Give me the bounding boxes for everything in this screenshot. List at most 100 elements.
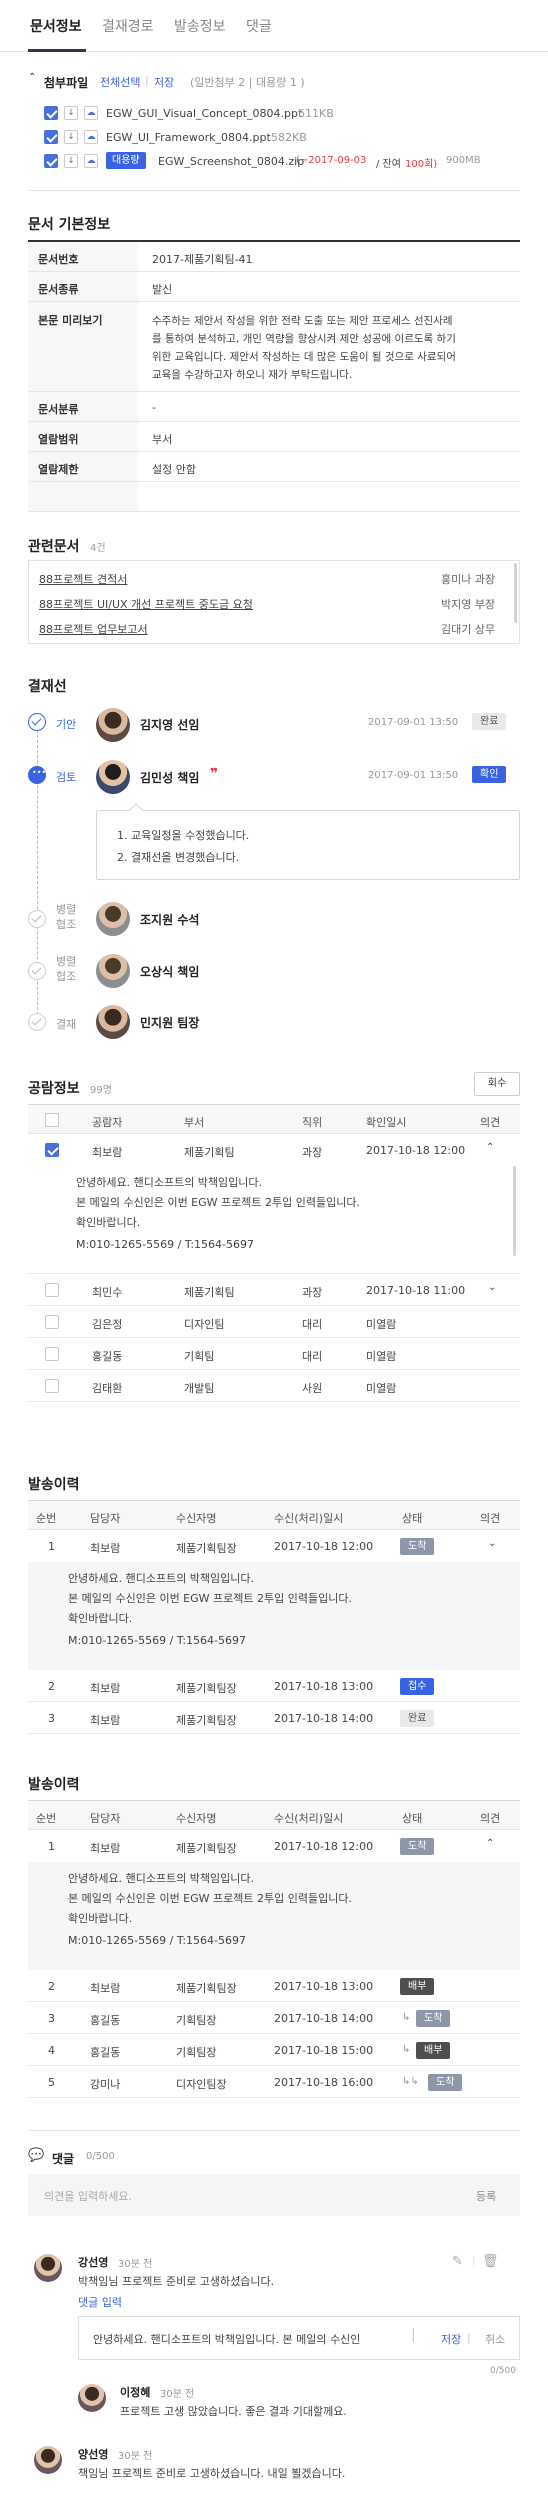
comment-input[interactable]: 의견을 입력하세요. 등록 [28, 2174, 520, 2216]
opinion-quote-icon[interactable]: ❞ [210, 766, 218, 782]
table-row[interactable]: 2 최보람 제품기획팀장 2017-10-18 13:00 접수 [28, 1670, 520, 1702]
commenter-name: 이정혜 [120, 2386, 151, 2399]
file-size: 900MB [446, 155, 481, 166]
row-checkbox[interactable] [45, 1143, 59, 1157]
table-row[interactable]: 3 홍길동 기획팀장 2017-10-18 14:00 ↳ 도착 [28, 2002, 520, 2034]
table-row[interactable]: 1 최보람 제품기획팀장 2017-10-18 12:00 도착 ⌃ [28, 1830, 520, 1862]
approver-name: 민지원 팀장 [140, 1016, 200, 1030]
reply-save-button[interactable]: 저장 [441, 2331, 461, 2347]
share-title: 공람정보 [28, 1081, 80, 1097]
comment-time: 30분 전 [118, 2451, 153, 2462]
step-type: 검토 [56, 771, 77, 784]
table-header: 순번 담당자 수신자명 수신(처리)일시 상태 의견 [28, 1500, 520, 1530]
table-row[interactable]: 2 최보람 제품기획팀장 2017-10-18 13:00 배부 [28, 1970, 520, 2002]
row-label: 열람범위 [38, 433, 79, 446]
tab-document-info[interactable]: 문서정보 [30, 16, 82, 36]
file-checkbox[interactable] [44, 154, 58, 168]
reply-cancel-button[interactable]: 취소 [485, 2331, 505, 2347]
file-size: 582KB [271, 131, 307, 144]
status-badge: 확인 [472, 766, 507, 783]
chevron-up-icon[interactable]: ⌃ [486, 1838, 494, 1849]
opinion-line: 1. 교육일정을 수정했습니다. [117, 829, 250, 842]
table-row[interactable]: 홍길동 기획팀 대리 미열람 [28, 1338, 520, 1370]
recall-button[interactable]: 회수 [474, 1072, 520, 1096]
file-name[interactable]: EGW_UI_Framework_0804.ppt [106, 131, 271, 144]
chevron-down-icon[interactable]: ⌄ [488, 1282, 496, 1293]
send-history-title: 발송이력 [28, 1777, 80, 1793]
step-pending-icon [28, 910, 46, 928]
comment-icon: 💬 [28, 2148, 45, 2163]
download-icon[interactable]: ↓ [64, 154, 78, 168]
avatar [96, 954, 130, 988]
divider [28, 190, 520, 191]
attach-info: (일반첨부 2 | 대용량 1 ) [190, 76, 305, 89]
step-type: 결재 [56, 1018, 77, 1031]
scrollbar[interactable] [513, 1166, 516, 1256]
file-checkbox[interactable] [44, 130, 58, 144]
status-badge: 도착 [428, 2074, 463, 2091]
row-label: 문서종류 [38, 283, 79, 296]
table-row[interactable]: 5 강미나 디자인팀장 2017-10-18 16:00 ↳↳ 도착 [28, 2066, 520, 2098]
avatar [96, 708, 130, 742]
avatar [96, 760, 130, 794]
send-note: 안녕하세요. 핸디소프트의 박책임입니다. 본 메일의 수신인은 이번 EGW … [28, 1562, 520, 1670]
tab-send-info[interactable]: 발송정보 [174, 16, 226, 36]
table-row[interactable]: 최민수 제품기획팀 과장 2017-10-18 11:00 ⌄ [28, 1274, 520, 1306]
related-doc-link[interactable]: 88프로젝트 견적서 [39, 571, 127, 587]
read-scope: 부서 [152, 433, 173, 446]
edit-icon[interactable]: ✎ [452, 2254, 463, 2269]
table-row[interactable]: 김은정 디자인팀 대리 미열람 [28, 1306, 520, 1338]
comment-text: 박책임님 프로젝트 준비로 고생하셨습니다. [78, 2275, 275, 2288]
cloud-icon[interactable]: ☁ [84, 106, 98, 120]
file-period: (~2017-09-03 [296, 155, 367, 166]
send-note: 안녕하세요. 핸디소프트의 박책임입니다. 본 메일의 수신인은 이번 EGW … [28, 1862, 520, 1970]
doc-category: - [152, 401, 156, 414]
status-badge: 배부 [400, 1978, 435, 1995]
row-checkbox[interactable] [45, 1347, 59, 1361]
reply-link[interactable]: 댓글 입력 [78, 2294, 122, 2310]
file-name[interactable]: EGW_Screenshot_0804.zip [158, 155, 304, 168]
forward-arrow-icon: ↳ [402, 2044, 411, 2055]
cloud-icon[interactable]: ☁ [84, 154, 98, 168]
avatar [34, 2254, 62, 2282]
status-badge: 도착 [400, 1838, 435, 1855]
collapse-icon[interactable]: ⌃ [28, 72, 36, 83]
row-checkbox[interactable] [45, 1283, 59, 1297]
forward-arrow-icon: ↳↳ [402, 2076, 419, 2087]
scrollbar[interactable] [514, 563, 517, 623]
table-row[interactable]: 3 최보람 제품기획팀장 2017-10-18 14:00 완료 [28, 1702, 520, 1734]
select-all-link[interactable]: 전체선택 [100, 74, 140, 90]
related-doc-link[interactable]: 88프로젝트 업무보고서 [39, 621, 148, 637]
register-button[interactable]: 등록 [476, 2188, 496, 2204]
chevron-down-icon[interactable]: ⌄ [488, 1538, 496, 1549]
opinion-bubble: 1. 교육일정을 수정했습니다. 2. 결재선을 변경했습니다. [96, 802, 520, 880]
status-badge: 접수 [400, 1678, 435, 1695]
file-checkbox[interactable] [44, 106, 58, 120]
chevron-up-icon[interactable]: ⌃ [486, 1142, 494, 1153]
table-row[interactable]: 4 홍길동 기획팀장 2017-10-18 15:00 ↳ 배부 [28, 2034, 520, 2066]
tab-approval-path[interactable]: 결재경로 [102, 16, 154, 36]
file-name[interactable]: EGW_GUI_Visual_Concept_0804.ppt [106, 107, 302, 120]
file-remain-label: / 잔여 [376, 159, 401, 170]
row-checkbox[interactable] [45, 1315, 59, 1329]
row-label: 본문 미리보기 [38, 314, 103, 327]
trash-icon[interactable]: 🗑 [482, 2254, 499, 2269]
status-badge: 도착 [400, 1538, 435, 1555]
tab-comments[interactable]: 댓글 [246, 16, 272, 36]
select-all-checkbox[interactable] [45, 1113, 59, 1127]
cloud-icon[interactable]: ☁ [84, 130, 98, 144]
step-pending-icon [28, 962, 46, 980]
download-icon[interactable]: ↓ [64, 106, 78, 120]
approver-name: 조지원 수석 [140, 913, 200, 927]
row-checkbox[interactable] [45, 1379, 59, 1393]
table-row[interactable]: 최보람 제품기획팀 과장 2017-10-18 12:00 ⌃ [28, 1134, 520, 1166]
reply-input[interactable]: 안녕하세요. 핸디소프트의 박책임입니다. 본 메일의 수신인 | 저장 | 취… [78, 2316, 520, 2360]
download-icon[interactable]: ↓ [64, 130, 78, 144]
table-row[interactable]: 1 최보람 제품기획팀장 2017-10-18 12:00 도착 ⌄ [28, 1530, 520, 1562]
table-row[interactable]: 김태환 개발팀 사원 미열람 [28, 1370, 520, 1402]
save-link[interactable]: 저장 [154, 74, 174, 90]
body-preview: 수주하는 제안서 작성을 위한 전략 도출 또는 제안 프로세스 선진사례 를 … [152, 315, 456, 381]
doc-info-table: 문서번호 2017-제품기획팀-41 문서종류 발신 본문 미리보기 수주하는 … [28, 242, 520, 512]
avatar [34, 2446, 62, 2474]
related-doc-link[interactable]: 88프로젝트 UI/UX 개선 프로젝트 중도금 요청 [39, 596, 253, 612]
